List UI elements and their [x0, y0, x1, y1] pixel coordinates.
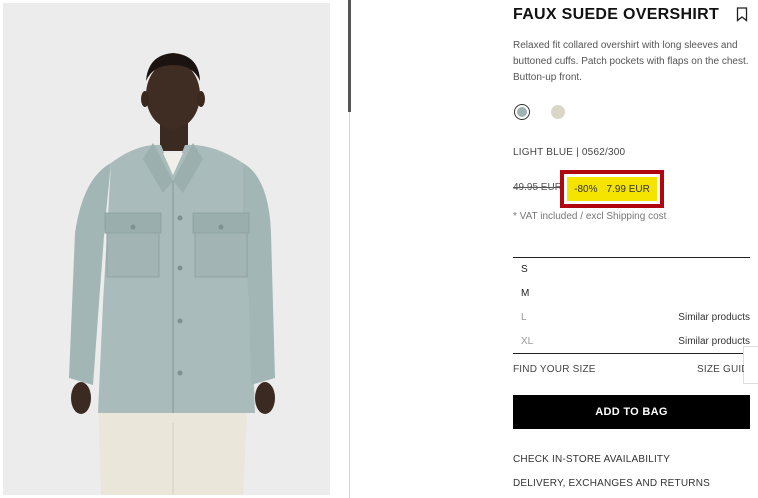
size-option-m[interactable]: M: [513, 283, 750, 303]
size-label: L: [521, 311, 527, 323]
check-store-link[interactable]: CHECK IN-STORE AVAILABILITY: [513, 454, 670, 465]
sale-price-highlight: -80% 7.99 EUR: [560, 170, 664, 208]
size-label: XL: [521, 335, 534, 347]
color-swatch-light-blue[interactable]: [514, 104, 530, 120]
size-guide-link[interactable]: SIZE GUIDE: [697, 364, 744, 375]
similar-products-link[interactable]: Similar products: [678, 336, 750, 347]
bookmark-icon[interactable]: [736, 7, 748, 22]
size-option-l[interactable]: L Similar products: [513, 307, 750, 327]
product-title: FAUX SUEDE OVERSHIRT: [513, 6, 720, 23]
original-price: 49.95 EUR: [513, 182, 562, 193]
size-label: S: [521, 263, 528, 275]
product-photo[interactable]: [3, 3, 330, 495]
size-label: M: [521, 287, 530, 299]
side-panel-handle[interactable]: [743, 346, 758, 384]
color-swatch-beige[interactable]: [551, 105, 565, 119]
delivery-returns-link[interactable]: DELIVERY, EXCHANGES AND RETURNS: [513, 478, 710, 489]
vat-note: * VAT included / excl Shipping cost: [513, 211, 667, 222]
add-to-bag-button[interactable]: ADD TO BAG: [513, 395, 750, 429]
model-illustration: [3, 3, 330, 495]
size-option-s[interactable]: S: [513, 259, 750, 279]
sale-price: -80% 7.99 EUR: [567, 177, 657, 201]
size-option-xl[interactable]: XL Similar products: [513, 331, 750, 351]
discount-badge: -80%: [574, 183, 598, 195]
scrollbar-thumb[interactable]: [348, 0, 351, 112]
similar-products-link[interactable]: Similar products: [678, 312, 750, 323]
find-your-size-link[interactable]: FIND YOUR SIZE: [513, 364, 596, 375]
size-list-top-rule: [513, 257, 750, 258]
size-list-bottom-rule: [513, 353, 750, 354]
color-code: LIGHT BLUE | 0562/300: [513, 147, 626, 158]
product-description: Relaxed fit collared overshirt with long…: [513, 40, 749, 83]
new-price: 7.99 EUR: [606, 183, 650, 195]
swatch-dot: [517, 107, 527, 117]
